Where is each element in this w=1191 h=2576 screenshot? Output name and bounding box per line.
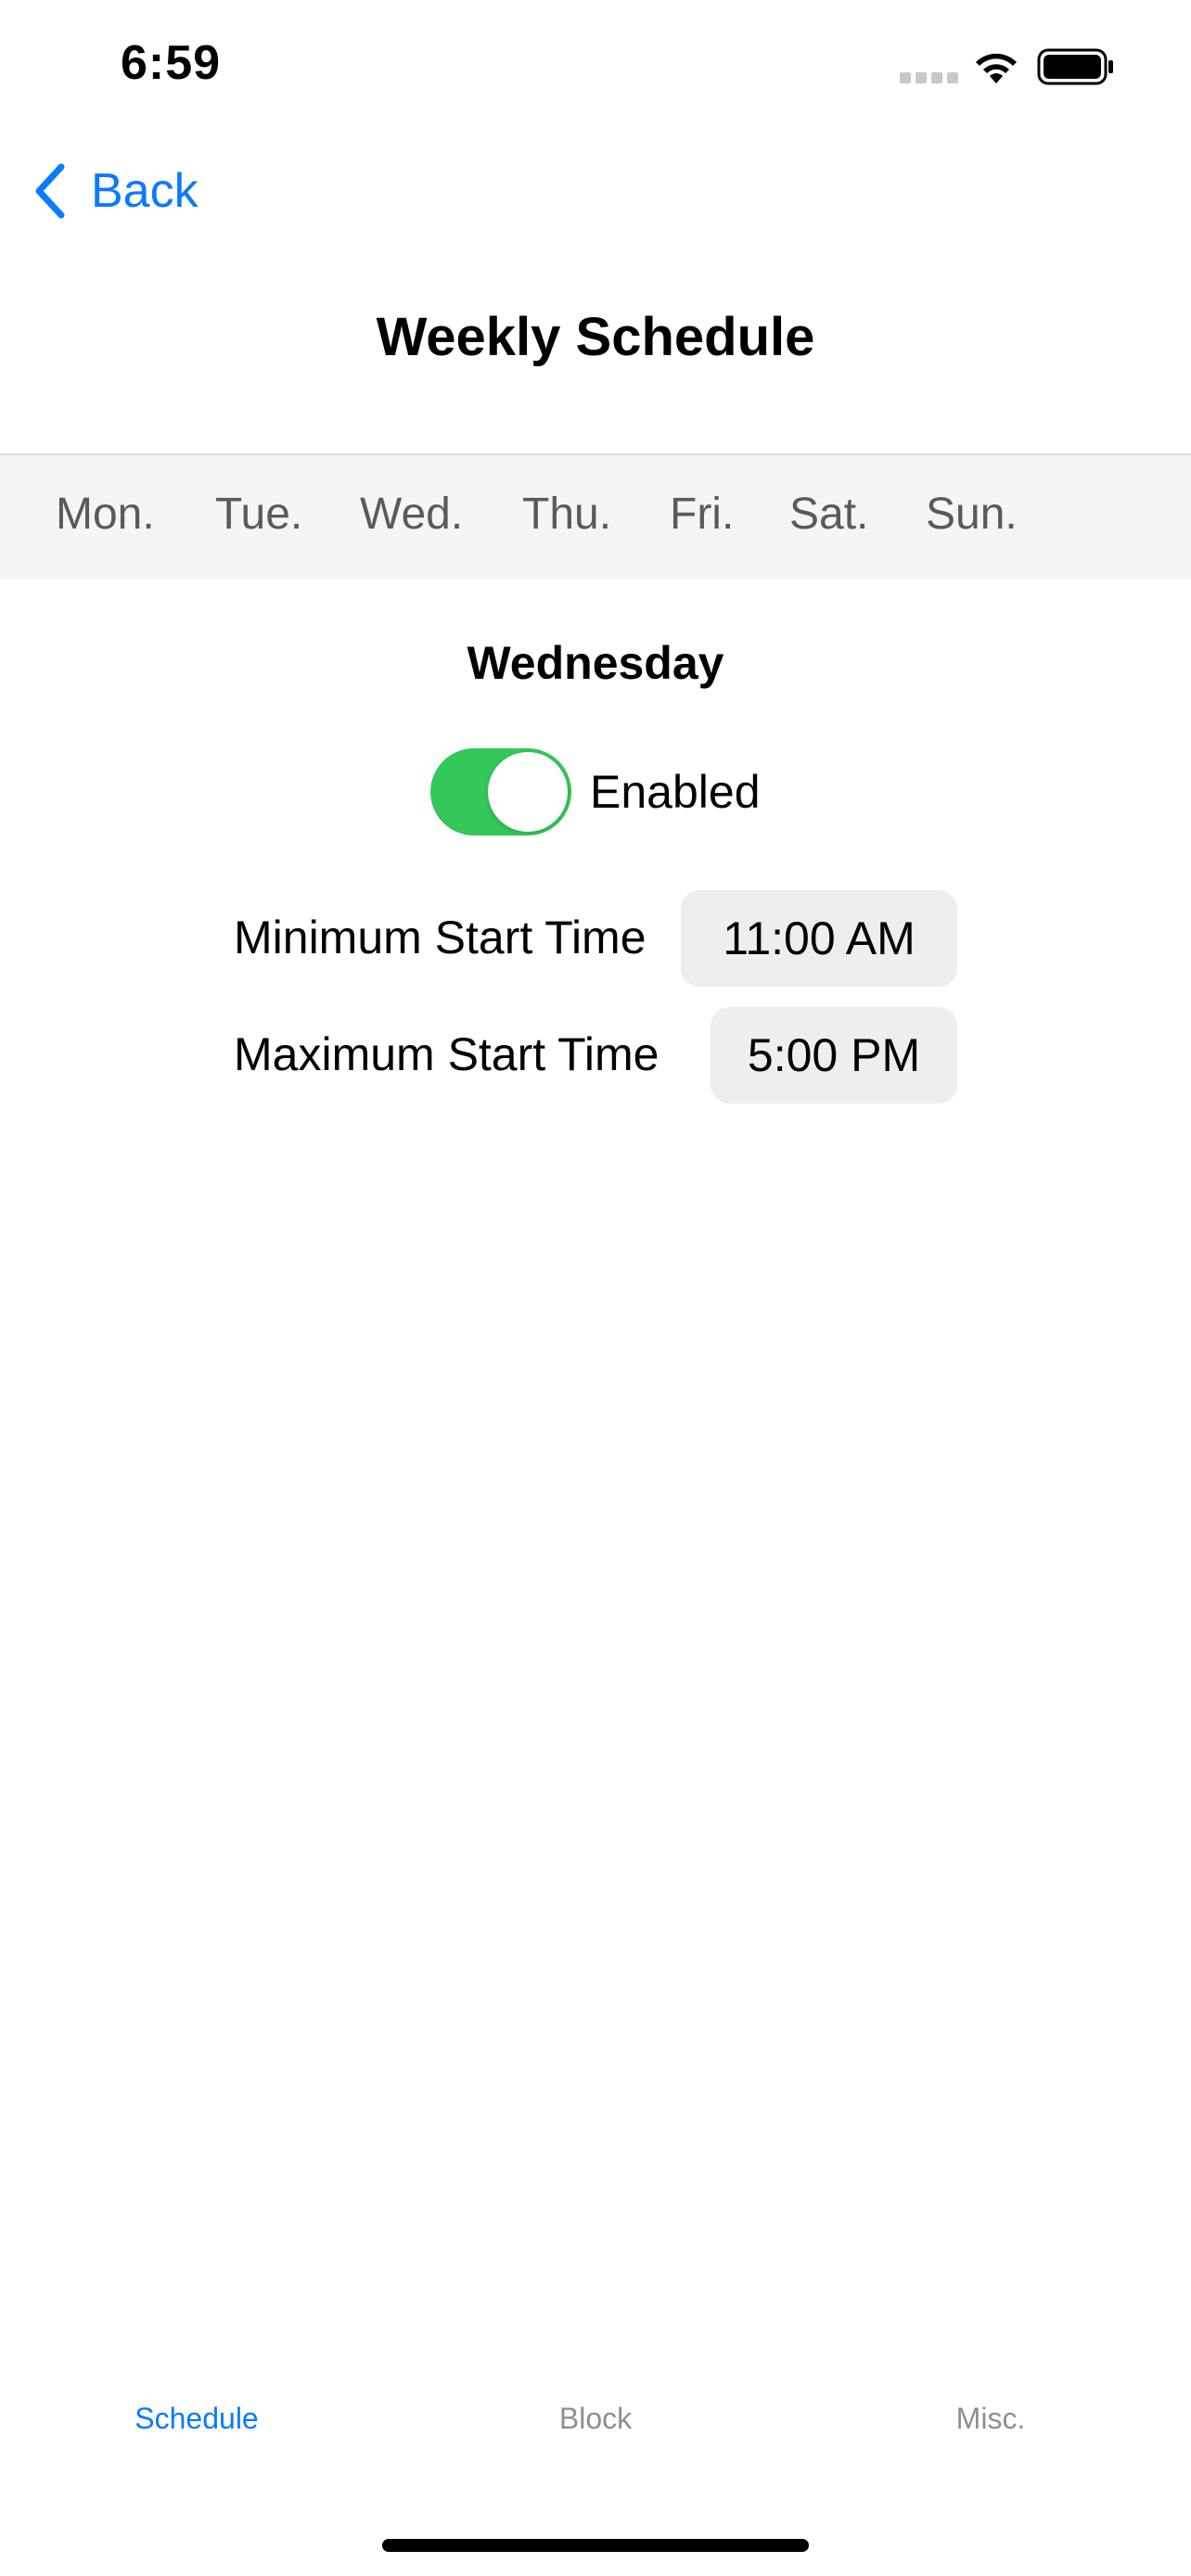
chevron-left-icon — [35, 163, 65, 219]
back-button[interactable]: Back — [32, 159, 198, 223]
status-bar: 6:59 — [0, 0, 1191, 139]
day-tab-thu[interactable]: Thu. — [522, 489, 611, 540]
day-tab-fri[interactable]: Fri. — [670, 489, 734, 540]
tab-schedule[interactable]: Schedule — [102, 2402, 291, 2436]
status-time: 6:59 — [121, 36, 222, 90]
cell-signal-icon — [900, 72, 959, 85]
wifi-icon — [976, 53, 1017, 83]
day-tab-wed[interactable]: Wed. — [360, 489, 463, 540]
day-tabs: Mon. Tue. Wed. Thu. Fri. Sat. Sun. — [0, 453, 1191, 580]
tab-block[interactable]: Block — [501, 2402, 690, 2436]
min-start-time-picker[interactable]: 11:00 AM — [681, 890, 957, 987]
back-label: Back — [91, 164, 198, 218]
tab-bar: Schedule Block Misc. — [0, 2402, 1191, 2476]
day-tab-sun[interactable]: Sun. — [926, 489, 1018, 540]
page-title: Weekly Schedule — [376, 307, 815, 367]
enabled-label: Enabled — [590, 766, 761, 818]
min-start-time-label: Minimum Start Time — [234, 912, 647, 963]
enabled-toggle[interactable] — [430, 748, 571, 835]
battery-icon — [1037, 48, 1113, 85]
day-tab-sat[interactable]: Sat. — [789, 489, 868, 540]
max-start-time-label: Maximum Start Time — [234, 1028, 660, 1080]
enabled-row: Enabled — [430, 747, 761, 836]
day-tab-tue[interactable]: Tue. — [215, 489, 302, 540]
home-indicator — [382, 2539, 809, 2552]
toggle-knob — [488, 752, 568, 832]
day-tab-mon[interactable]: Mon. — [56, 489, 155, 540]
screen: 6:59 Back Weekly Schedule Mon. Tue. Wed.… — [0, 0, 1191, 2576]
max-start-time-picker[interactable]: 5:00 PM — [711, 1007, 957, 1103]
day-heading: Wednesday — [467, 637, 724, 689]
tab-misc[interactable]: Misc. — [896, 2402, 1085, 2436]
